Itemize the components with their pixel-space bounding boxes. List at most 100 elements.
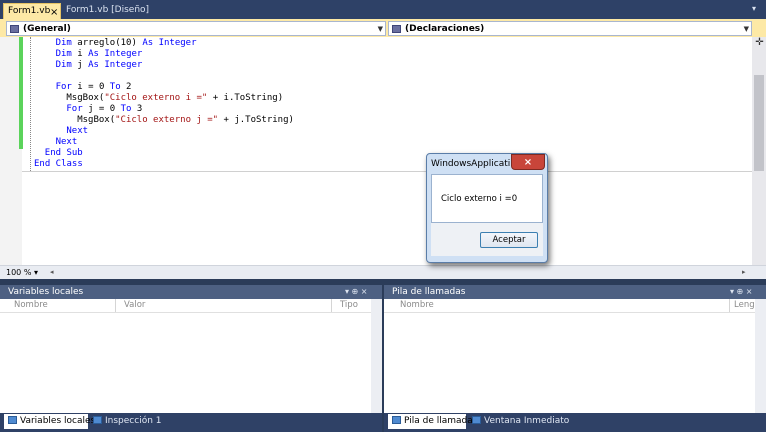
editor-vertical-scrollbar[interactable] — [752, 37, 766, 265]
code-token: i = 0 — [71, 82, 110, 92]
tab-form1-vb[interactable]: Form1.vb × — [3, 3, 61, 19]
code-line: Dim j As Integer — [56, 60, 143, 71]
code-token: 3 — [131, 104, 143, 114]
locals-grid[interactable]: Nombre Valor Tipo — [0, 299, 382, 413]
locals-icon — [8, 416, 17, 424]
keyword-token: Dim — [55, 49, 72, 59]
keyword-token: For — [55, 82, 72, 92]
code-line: MsgBox("Ciclo externo i =" + i.ToString) — [66, 93, 283, 104]
chevron-down-icon[interactable]: ▼ — [744, 22, 749, 36]
code-token: i — [71, 49, 89, 59]
locals-title: Variables locales — [0, 285, 382, 299]
tab-label: Variables locales — [20, 416, 96, 426]
string-token: "Ciclo externo j =" — [115, 115, 219, 125]
column-header-tipo[interactable]: Tipo — [332, 299, 372, 312]
ok-button[interactable]: Aceptar — [480, 232, 538, 248]
code-line: For i = 0 To 2 — [56, 82, 132, 93]
keyword-token: Next — [55, 137, 78, 147]
class-icon — [10, 25, 19, 33]
scroll-right-icon[interactable]: ▸ — [742, 266, 746, 279]
chevron-down-icon[interactable]: ▾ — [34, 268, 38, 277]
scroll-left-icon[interactable]: ◂ — [50, 266, 54, 279]
tab-label: Form1.vb — [8, 6, 51, 16]
method-name-value: (Declaraciones) — [405, 24, 485, 34]
code-line: Next — [56, 137, 78, 148]
caret-line-highlight — [22, 171, 752, 172]
close-button[interactable]: × — [511, 154, 545, 170]
scrollbar-thumb[interactable] — [754, 75, 764, 171]
tab-form1-vb-design[interactable]: Form1.vb [Diseño] — [62, 3, 149, 19]
code-line: End Class — [34, 159, 83, 170]
call-stack-icon — [392, 416, 401, 424]
tab-ventana-inmediato[interactable]: Ventana Inmediato — [468, 414, 569, 429]
keyword-token: For — [66, 104, 83, 114]
close-icon[interactable]: × — [50, 5, 58, 20]
navigation-bar: (General) ▼ (Declaraciones) ▼ — [0, 19, 766, 37]
column-header-nombre[interactable]: Nombre — [6, 299, 116, 312]
keyword-token: End Class — [34, 159, 83, 169]
code-line: For j = 0 To 3 — [66, 104, 142, 115]
keyword-token: To — [120, 104, 132, 114]
tab-label: Form1.vb [Diseño] — [66, 5, 150, 15]
call-stack-grid[interactable]: Nombre Leng — [384, 299, 766, 413]
code-token: + j.ToString) — [218, 115, 294, 125]
document-tab-bar: Form1.vb × Form1.vb [Diseño] ▾ — [0, 0, 766, 19]
locals-tab-strip: Variables locales Inspección 1 — [0, 413, 382, 432]
tab-dropdown-icon[interactable]: ▾ — [752, 4, 762, 16]
column-header-nombre[interactable]: Nombre — [392, 299, 730, 312]
message-box-dialog: WindowsApplicati... × Ciclo externo i =0… — [426, 153, 548, 263]
outline-guide — [30, 37, 32, 171]
chevron-down-icon[interactable]: ▼ — [378, 22, 383, 36]
immediate-window-icon — [472, 416, 481, 424]
zoom-level-select[interactable]: 100 % ▾ — [6, 267, 44, 278]
code-token: + i.ToString) — [207, 93, 284, 103]
change-indicator-bar — [19, 37, 23, 149]
keyword-token: As — [88, 60, 99, 70]
code-token: MsgBox( — [77, 115, 116, 125]
vertical-scrollbar[interactable] — [371, 299, 382, 413]
keyword-token: As — [88, 49, 99, 59]
code-token: 2 — [120, 82, 132, 92]
column-header-valor[interactable]: Valor — [116, 299, 332, 312]
dialog-body: Ciclo externo i =0 — [431, 174, 543, 223]
keyword-token: End Sub — [44, 148, 83, 158]
watch-icon — [93, 416, 102, 424]
zoom-value: 100 % — [6, 268, 32, 277]
keyword-token: Integer — [158, 38, 197, 48]
keyword-token: As — [142, 38, 154, 48]
editor-status-bar: 100 % ▾ ◂ ▸ — [0, 265, 766, 279]
tab-inspeccion-1[interactable]: Inspección 1 — [89, 414, 169, 429]
window-buttons[interactable]: ▾ ⊕ × — [345, 285, 368, 299]
header-divider — [0, 312, 372, 313]
window-buttons[interactable]: ▾ ⊕ × — [730, 285, 753, 299]
call-stack-tab-strip: Pila de llamadas Ventana Inmediato — [384, 413, 766, 432]
code-editor[interactable]: Dim arreglo(10) As Integer Dim i As Integ… — [0, 37, 752, 265]
tab-label: Pila de llamadas — [404, 416, 478, 426]
dialog-message: Ciclo externo i =0 — [441, 194, 518, 204]
tab-label: Inspección 1 — [105, 416, 162, 426]
code-token: j = 0 — [82, 104, 121, 114]
string-token: "Ciclo externo i =" — [104, 93, 208, 103]
dialog-title: WindowsApplicati... — [431, 159, 519, 169]
header-divider — [384, 312, 756, 313]
tab-variables-locales[interactable]: Variables locales — [4, 414, 95, 429]
keyword-token: Next — [66, 126, 89, 136]
dialog-footer: Aceptar — [431, 223, 543, 256]
keyword-token: Integer — [104, 49, 143, 59]
vertical-scrollbar[interactable] — [755, 299, 766, 413]
code-token: arreglo(10) — [71, 38, 143, 48]
method-icon — [392, 25, 401, 33]
keyword-token: Dim — [55, 38, 72, 48]
code-line: End Sub — [45, 148, 83, 159]
split-window-icon[interactable]: ✛ — [753, 37, 766, 49]
keyword-token: Integer — [104, 60, 143, 70]
code-line: Dim arreglo(10) As Integer — [56, 38, 197, 49]
class-name-combo[interactable]: (General) ▼ — [6, 21, 386, 36]
code-token: MsgBox( — [66, 93, 105, 103]
method-name-combo[interactable]: (Declaraciones) ▼ — [388, 21, 752, 36]
keyword-token: To — [109, 82, 121, 92]
code-line: Next — [66, 126, 88, 137]
tab-pila-de-llamadas[interactable]: Pila de llamadas — [388, 414, 477, 429]
call-stack-title: Pila de llamadas — [384, 285, 766, 299]
column-header-lenguaje[interactable]: Leng — [730, 299, 756, 312]
